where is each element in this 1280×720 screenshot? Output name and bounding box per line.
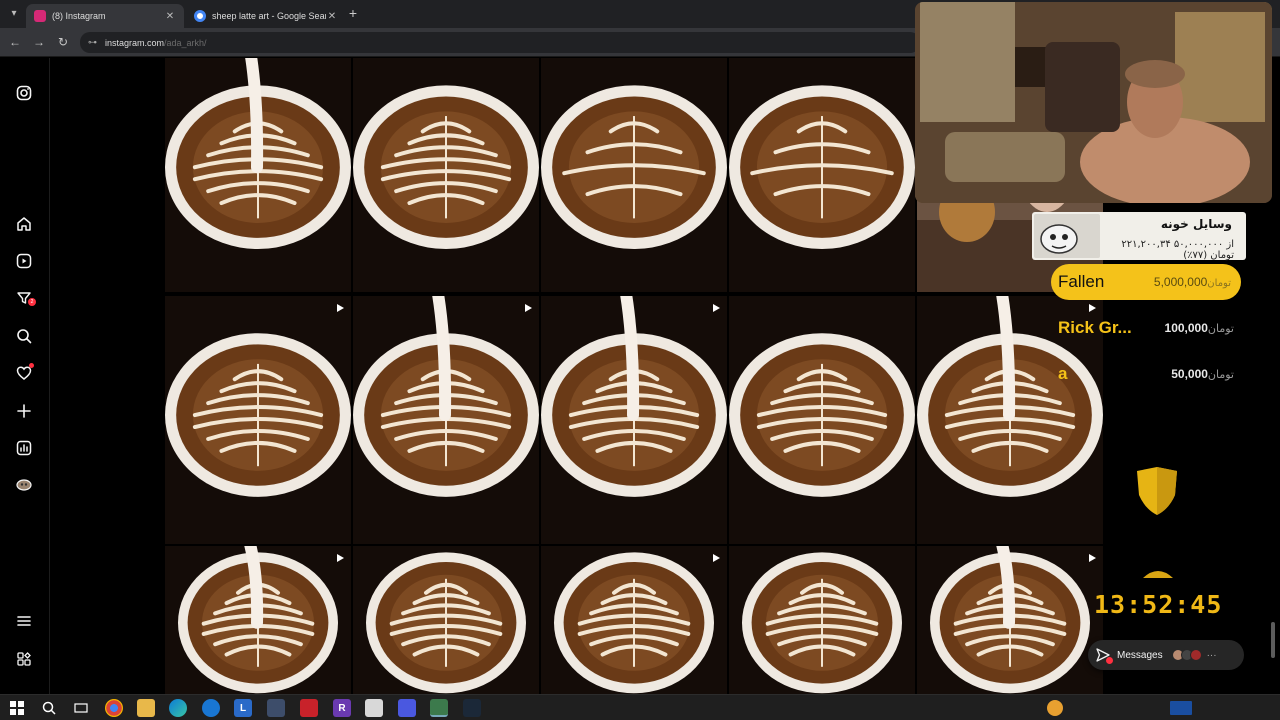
windows-start-icon[interactable] (8, 699, 26, 717)
steam-icon[interactable] (463, 699, 481, 717)
stream-timer: 13:52:45 (1094, 590, 1223, 619)
tab-title: (8) Instagram (52, 11, 106, 21)
post-tile[interactable] (729, 296, 915, 544)
messages-icon (1096, 648, 1113, 664)
more-icon[interactable]: ··· (1207, 650, 1217, 661)
reload-icon[interactable]: ↻ (55, 34, 71, 50)
tab-instagram[interactable]: (8) Instagram ✕ (26, 4, 184, 28)
post-tile[interactable] (353, 546, 539, 694)
instagram-logo-icon[interactable] (15, 84, 33, 102)
file-explorer-icon[interactable] (137, 699, 155, 717)
donor-name: a (1058, 364, 1068, 383)
forward-icon[interactable]: → (31, 34, 47, 50)
app-icon[interactable] (398, 699, 416, 717)
goal-avatar-icon (1034, 214, 1100, 258)
taskbar: L R (0, 694, 1280, 720)
donor-row: a تومان50,000 (1058, 364, 1238, 386)
messages-avatars: ··· (1171, 649, 1217, 661)
tab-google-search[interactable]: sheep latte art - Google Search ✕ (186, 4, 346, 28)
search-icon[interactable] (40, 699, 58, 717)
instagram-favicon-icon (34, 10, 46, 22)
tray-icon[interactable] (1047, 700, 1063, 716)
notification-dot (29, 363, 34, 368)
top-donor-amount: تومان5,000,000 (1153, 275, 1231, 289)
donor-row: Rick Gr... تومان100,000 (1058, 318, 1238, 340)
messages-button[interactable]: Messages ··· (1088, 640, 1244, 670)
reel-icon (711, 302, 721, 312)
post-tile[interactable] (729, 546, 915, 694)
post-tile[interactable] (729, 58, 915, 292)
app-icon[interactable] (365, 699, 383, 717)
webcam-feed (915, 2, 1272, 203)
donor-amount: تومان100,000 (1164, 321, 1234, 335)
top-donor-pill: Fallen تومان5,000,000 (1051, 264, 1241, 300)
site-info-icon[interactable]: ⊶ (88, 37, 97, 48)
post-tile[interactable] (353, 296, 539, 544)
explore-badge: 2 (28, 298, 36, 306)
post-tile[interactable] (165, 546, 351, 694)
post-tile[interactable] (541, 296, 727, 544)
donation-goal-card: وسایل خونه ۲۲۱,۲۰۰,۳۴ از ۵۰,۰۰۰,۰۰۰ توما… (1032, 212, 1246, 261)
hourglass-icon (1139, 566, 1177, 578)
app-icon[interactable] (202, 699, 220, 717)
reel-icon (335, 302, 345, 312)
app-icon[interactable]: R (333, 699, 351, 717)
profile-icon[interactable] (15, 476, 33, 494)
avatar (1189, 649, 1202, 661)
post-tile[interactable] (165, 58, 351, 292)
post-tile[interactable] (353, 58, 539, 292)
app-icon[interactable]: L (234, 699, 252, 717)
tab-title: sheep latte art - Google Search (212, 11, 326, 21)
top-donor-name: Fallen (1058, 272, 1105, 291)
edge-icon[interactable] (169, 699, 187, 717)
reels-icon[interactable] (15, 252, 33, 270)
address-bar[interactable]: ⊶ instagram.com /ada_arkh/ (80, 32, 920, 53)
search-icon[interactable] (15, 327, 33, 345)
explore-icon[interactable]: 2 (15, 289, 36, 307)
tab-search-icon[interactable]: ▾ (6, 6, 22, 22)
task-view-icon[interactable] (72, 699, 90, 717)
reel-icon (335, 552, 345, 562)
back-icon[interactable]: ← (7, 34, 23, 50)
post-tile[interactable] (165, 296, 351, 544)
app-icon[interactable] (267, 699, 285, 717)
dashboard-icon[interactable] (15, 439, 33, 457)
notifications-icon[interactable] (15, 363, 34, 382)
chrome-icon[interactable] (105, 699, 123, 717)
app-icon[interactable] (430, 699, 448, 717)
shield-icon (1133, 465, 1181, 517)
donor-amount: تومان50,000 (1171, 367, 1234, 381)
google-favicon-icon (194, 10, 206, 22)
messages-label: Messages (1117, 649, 1163, 661)
goal-progress: ۲۲۱,۲۰۰,۳۴ از ۵۰,۰۰۰,۰۰۰ تومان (۷۷٪) (1121, 239, 1234, 261)
menu-icon[interactable] (15, 612, 33, 630)
reel-icon (711, 552, 721, 562)
address-path: /ada_arkh/ (164, 37, 207, 48)
threads-icon[interactable] (15, 650, 33, 668)
new-tab-icon[interactable]: + (346, 5, 360, 21)
app-icon[interactable] (300, 699, 318, 717)
reel-icon (1087, 552, 1097, 562)
goal-title: وسایل خونه (1160, 217, 1232, 231)
close-tab-icon[interactable]: ✕ (326, 11, 338, 22)
page-scrollbar[interactable] (1271, 622, 1275, 658)
close-tab-icon[interactable]: ✕ (164, 11, 176, 22)
messages-badge (1106, 657, 1113, 664)
tray-icon[interactable] (1170, 701, 1192, 715)
home-icon[interactable] (15, 215, 33, 233)
address-host: instagram.com (105, 37, 165, 48)
create-icon[interactable] (15, 402, 33, 420)
reel-icon (1087, 302, 1097, 312)
post-tile[interactable] (917, 546, 1103, 694)
post-tile[interactable] (541, 546, 727, 694)
instagram-sidebar: 2 (0, 58, 50, 694)
donor-name: Rick Gr... (1058, 318, 1132, 337)
post-tile[interactable] (541, 58, 727, 292)
reel-icon (523, 302, 533, 312)
